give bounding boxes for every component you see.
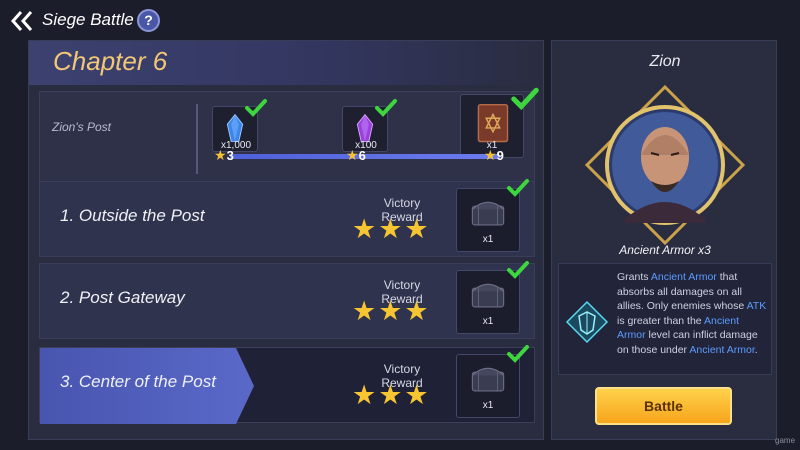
reward-qty: x100 [355,140,377,151]
boss-panel: Zion Ancient Armor x3 Grants Ancient Arm… [551,40,777,440]
top-bar: Siege Battle ? [0,0,800,40]
checkmark-icon [245,99,267,117]
checkmark-icon [511,87,539,111]
checkmark-icon [375,99,397,117]
star-milestone: ★9 [484,147,504,163]
stage-name: 3. Center of the Post [60,372,216,391]
page-title: Siege Battle [42,10,134,29]
stage-name: 1. Outside the Post [60,206,205,225]
stage-name: 2. Post Gateway [60,288,185,307]
star-milestone: ★6 [346,147,366,163]
buff-title: Ancient Armor x3 [619,243,711,257]
stage-row-2[interactable]: 2. Post Gateway Victory Reward ★★★ x1 [39,261,535,339]
skill-description: Grants Ancient Armor that absorbs all da… [617,271,767,356]
checkmark-icon [507,179,529,197]
stage-stars: ★★★ [352,296,431,326]
stage-row-3[interactable]: 3. Center of the Post Victory Reward ★★★… [39,345,535,424]
battle-button[interactable]: Battle [595,387,732,425]
ancient-armor-icon [565,300,609,344]
watermark: game [775,436,796,445]
boss-portrait[interactable] [585,85,745,245]
help-button[interactable]: ? [137,9,160,32]
chest-qty: x1 [482,400,494,411]
back-double-chevron-icon[interactable] [10,10,36,32]
star-milestone: ★3 [214,147,234,163]
skill-description-box: Grants Ancient Armor that absorbs all da… [558,263,772,375]
stage-row-1[interactable]: 1. Outside the Post Victory Reward ★★★ x… [39,179,535,257]
chapter-title: Chapter 6 [53,46,168,76]
chest-qty: x1 [482,234,494,245]
checkmark-icon [507,345,529,363]
post-label: Zion's Post [52,120,111,134]
chest-qty: x1 [482,316,494,327]
stage-stars: ★★★ [352,214,431,244]
stage-stars: ★★★ [352,380,431,410]
chapter-header: Chapter 6 [29,41,545,85]
boss-name: Zion [649,53,681,70]
chapter-panel: Chapter 6 Zion's Post x1,000 x100 x1 ★3 … [28,40,545,440]
checkmark-icon [507,261,529,279]
divider [196,104,198,174]
